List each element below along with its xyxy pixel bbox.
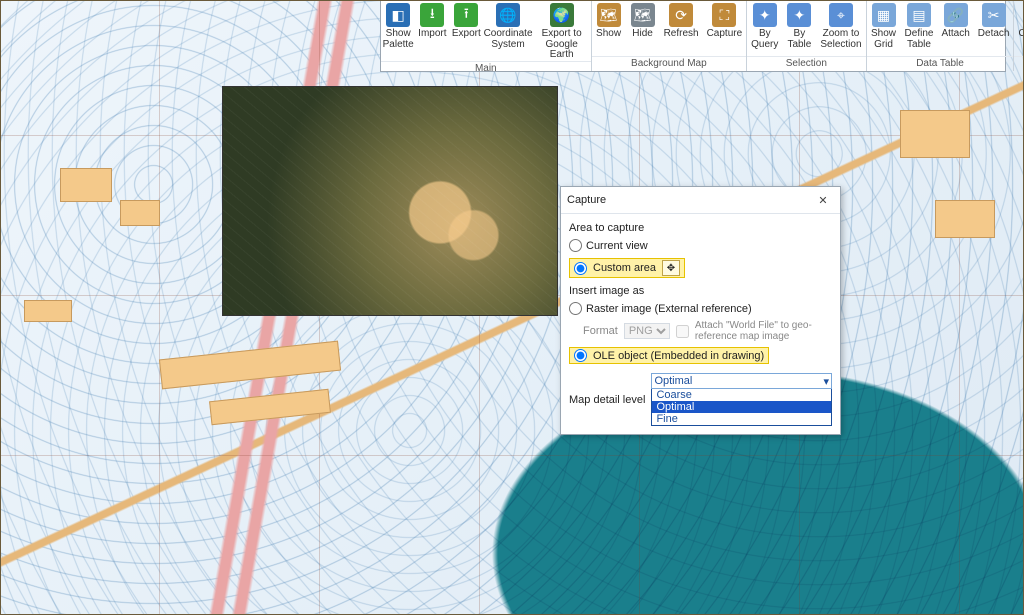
ribbon-toolbar: ◧Show Palette⭳Import⭱Export🌐Coordinate S…	[380, 0, 1006, 72]
bg-refresh-button[interactable]: ⟳ Refresh	[660, 0, 703, 56]
ribbon-group-background-map: Background Map	[592, 56, 747, 71]
options-label: Options	[1018, 29, 1024, 40]
options-button[interactable]: 🛠Options	[1014, 0, 1024, 56]
worldfile-label: Attach "World File" to geo-reference map…	[695, 320, 832, 342]
show-grid-icon: ▦	[872, 3, 896, 27]
import-label: Import	[418, 29, 446, 40]
detach-label: Detach	[978, 29, 1010, 40]
show-grid-button[interactable]: ▦Show Grid	[867, 0, 901, 56]
zoom-sel-label: Zoom to Selection	[820, 29, 861, 50]
define-table-button[interactable]: ▤Define Table	[901, 0, 938, 56]
dialog-titlebar[interactable]: Capture ✕	[561, 187, 840, 214]
coord-sys-label: Coordinate System	[484, 29, 533, 50]
bg-capture-icon: ⛶	[712, 3, 736, 27]
show-palette-button[interactable]: ◧Show Palette	[381, 0, 415, 61]
ribbon-group-data-table: Data Table	[867, 56, 1014, 71]
export-ge-button[interactable]: 🌍Export to Google Earth	[533, 0, 591, 61]
zoom-sel-icon: ⌖	[829, 3, 853, 27]
detach-icon: ✂	[982, 3, 1006, 27]
radio-ole-object[interactable]: OLE object (Embedded in drawing)	[569, 347, 769, 364]
close-icon[interactable]: ✕	[812, 191, 834, 209]
export-ge-icon: 🌍	[550, 3, 574, 27]
sel-query-label: By Query	[751, 29, 778, 50]
detail-level-option-fine[interactable]: Fine	[652, 413, 831, 425]
radio-custom-area[interactable]: Custom area ✥	[569, 258, 685, 278]
pick-area-button[interactable]: ✥	[662, 260, 680, 276]
radio-ole-object-label: OLE object (Embedded in drawing)	[593, 350, 764, 362]
sel-query-icon: ✦	[753, 3, 777, 27]
detail-level-label: Map detail level	[569, 394, 645, 406]
format-label: Format	[583, 325, 618, 337]
insert-section-label: Insert image as	[569, 285, 832, 297]
area-section-label: Area to capture	[569, 222, 832, 234]
aerial-imagery-overlay	[222, 86, 558, 316]
detail-level-option-coarse[interactable]: Coarse	[652, 389, 831, 401]
import-button[interactable]: ⭳ Import	[415, 0, 449, 61]
radio-raster-image[interactable]: Raster image (External reference)	[569, 301, 832, 316]
capture-dialog: Capture ✕ Area to capture Current view C…	[560, 186, 841, 435]
detail-level-select[interactable]: Optimal ▾	[651, 373, 832, 389]
bg-hide-label: Hide	[632, 29, 653, 40]
coord-sys-icon: 🌐	[496, 3, 520, 27]
bg-refresh-label: Refresh	[664, 29, 699, 40]
sel-table-icon: ✦	[787, 3, 811, 27]
detach-button[interactable]: ✂ Detach	[974, 0, 1014, 56]
bg-hide-button[interactable]: 🗺 Hide	[626, 0, 660, 56]
attach-label: Attach	[941, 29, 969, 40]
zoom-sel-button[interactable]: ⌖Zoom to Selection	[816, 0, 865, 56]
attach-icon: 🔗	[944, 3, 968, 27]
show-palette-icon: ◧	[386, 3, 410, 27]
export-label: Export	[452, 29, 481, 40]
radio-current-view[interactable]: Current view	[569, 238, 832, 253]
bg-capture-button[interactable]: ⛶ Capture	[703, 0, 747, 56]
detail-level-option-optimal[interactable]: Optimal	[652, 401, 831, 413]
chevron-down-icon: ▾	[823, 375, 829, 388]
export-button[interactable]: ⭱ Export	[449, 0, 483, 61]
format-select: PNG	[624, 323, 670, 339]
coord-sys-button[interactable]: 🌐Coordinate System	[483, 0, 532, 61]
ribbon-group-main: Main	[381, 61, 591, 76]
attach-button[interactable]: 🔗 Attach	[937, 0, 973, 56]
worldfile-checkbox	[676, 325, 689, 338]
sel-table-label: By Table	[787, 29, 811, 50]
define-table-icon: ▤	[907, 3, 931, 27]
radio-current-view-label: Current view	[586, 240, 648, 252]
radio-custom-area-label: Custom area	[593, 262, 656, 274]
ribbon-group-support: Support	[1014, 56, 1024, 71]
bg-capture-label: Capture	[707, 29, 743, 40]
bg-show-label: Show	[596, 29, 621, 40]
bg-hide-icon: 🗺	[631, 3, 655, 27]
export-ge-label: Export to Google Earth	[537, 29, 587, 61]
define-table-label: Define Table	[905, 29, 934, 50]
format-row: Format PNG Attach "World File" to geo-re…	[569, 320, 832, 342]
detail-level-value: Optimal	[654, 375, 692, 387]
detail-level-dropdown[interactable]: CoarseOptimalFine	[651, 389, 832, 426]
radio-raster-image-label: Raster image (External reference)	[586, 303, 752, 315]
import-icon: ⭳	[420, 3, 444, 27]
bg-refresh-icon: ⟳	[669, 3, 693, 27]
sel-table-button[interactable]: ✦By Table	[782, 0, 816, 56]
show-palette-label: Show Palette	[383, 29, 414, 50]
dialog-title: Capture	[567, 194, 606, 206]
bg-show-button[interactable]: 🗺 Show	[592, 0, 626, 56]
ribbon-group-selection: Selection	[747, 56, 865, 71]
sel-query-button[interactable]: ✦By Query	[747, 0, 782, 56]
show-grid-label: Show Grid	[871, 29, 896, 50]
export-icon: ⭱	[454, 3, 478, 27]
bg-show-icon: 🗺	[597, 3, 621, 27]
